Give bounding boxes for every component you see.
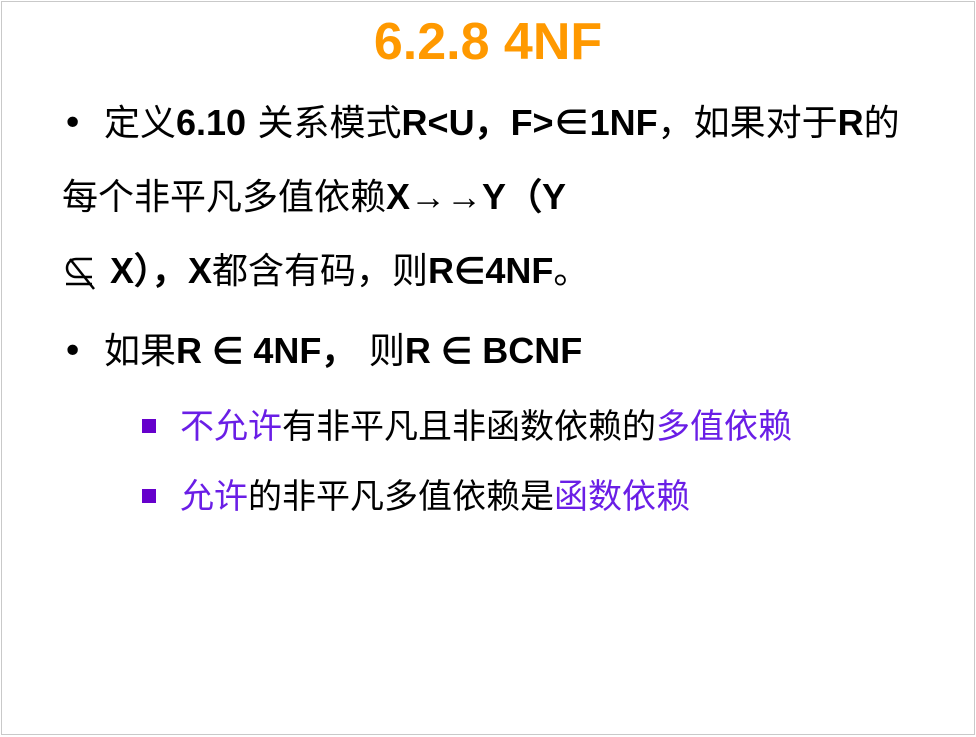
sub-bullet-not-allowed: 不允许有非平凡且非函数依赖的多值依赖: [142, 402, 942, 452]
bullet-bcnf: • 如果R ∈ 4NF， 则R ∈ BCNF: [62, 314, 922, 388]
text-run: 有非平凡且非函数依赖的: [282, 407, 656, 447]
text-run: 都含有码，则: [212, 251, 429, 292]
highlight-text: 函数依赖: [554, 477, 690, 517]
definition-number: 6.10: [176, 102, 247, 143]
relation-r: R: [837, 102, 864, 143]
text-run: X），X: [100, 250, 213, 291]
highlight-text: 允许: [180, 477, 248, 517]
not-subset-icon: [65, 257, 95, 290]
text-run: ，如果对于: [657, 103, 838, 144]
bullet-dot: •: [62, 331, 84, 372]
square-bullet-icon: [142, 418, 156, 433]
text-run: 则: [357, 331, 405, 372]
text-run: 定义: [104, 103, 177, 144]
text-run: R ∈ BCNF: [404, 330, 583, 371]
text-run: R ∈ 4NF，: [176, 330, 358, 371]
slide: 6.2.8 4NF • 定义6.10 关系模式R<U，F>∈1NF，如果对于R的每…: [1, 1, 975, 735]
text-run: 的非平凡多值依赖是: [248, 477, 554, 517]
sub-bullet-allowed: 允许的非平凡多值依赖是函数依赖: [142, 472, 942, 522]
bullet-definition: • 定义6.10 关系模式R<U，F>∈1NF，如果对于R的每个非平凡多值依赖X→…: [62, 86, 922, 308]
text-run: 。: [553, 251, 590, 292]
text-run: 关系模式: [246, 103, 402, 144]
relation-schema: R<U，F>∈1NF: [401, 102, 658, 143]
text-run: 如果: [104, 331, 177, 372]
bullet-dot: •: [62, 103, 84, 144]
conclusion-4nf: R∈4NF: [428, 250, 554, 291]
slide-title: 6.2.8 4NF: [373, 13, 603, 71]
mvd-expression: X→→Y（Y: [386, 176, 567, 217]
highlight-text: 多值依赖: [656, 407, 792, 447]
highlight-text: 不允许: [180, 407, 282, 447]
square-bullet-icon: [142, 488, 156, 503]
